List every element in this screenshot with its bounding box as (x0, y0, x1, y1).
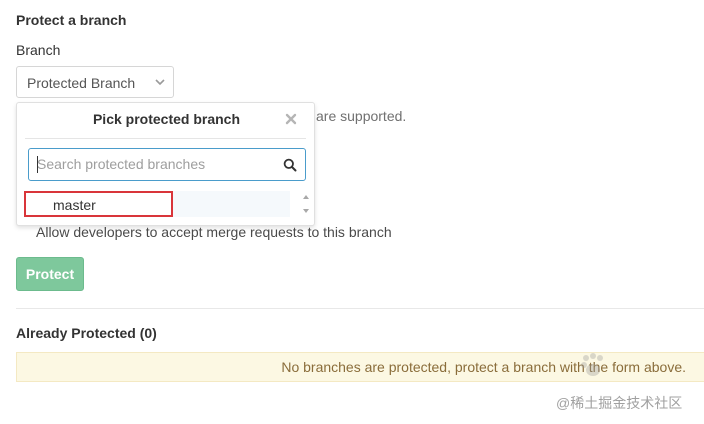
close-icon[interactable] (284, 112, 298, 126)
section-divider (16, 308, 704, 309)
already-protected-title: Already Protected (0) (16, 325, 157, 341)
scroll-down-icon[interactable] (301, 205, 311, 217)
search-input[interactable] (35, 151, 281, 177)
watermark-text: @稀土掘金技术社区 (556, 395, 683, 411)
list-item-label: master (53, 197, 96, 213)
protect-button[interactable]: Protect (16, 257, 84, 291)
list-item-master[interactable]: master (24, 191, 173, 217)
branch-dropdown-value: Protected Branch (27, 75, 136, 91)
menu-divider (25, 138, 306, 139)
list-item-hover-background (172, 191, 290, 217)
search-icon (283, 158, 297, 172)
branch-hint-text: are supported. (316, 108, 407, 124)
allow-developers-label: Allow developers to accept merge request… (36, 224, 392, 240)
branch-label: Branch (16, 42, 61, 58)
branch-dropdown-toggle[interactable]: Protected Branch (16, 66, 174, 98)
scroll-up-icon[interactable] (301, 191, 311, 203)
branch-dropdown-menu: Pick protected branch master (16, 102, 315, 226)
section-title: Protect a branch (16, 12, 127, 28)
text-caret (37, 156, 38, 173)
search-box[interactable] (28, 148, 306, 181)
baidu-watermark-logo (581, 353, 603, 376)
menu-title: Pick protected branch (92, 111, 241, 127)
chevron-down-icon (155, 79, 165, 86)
branch-list: master (22, 189, 312, 219)
